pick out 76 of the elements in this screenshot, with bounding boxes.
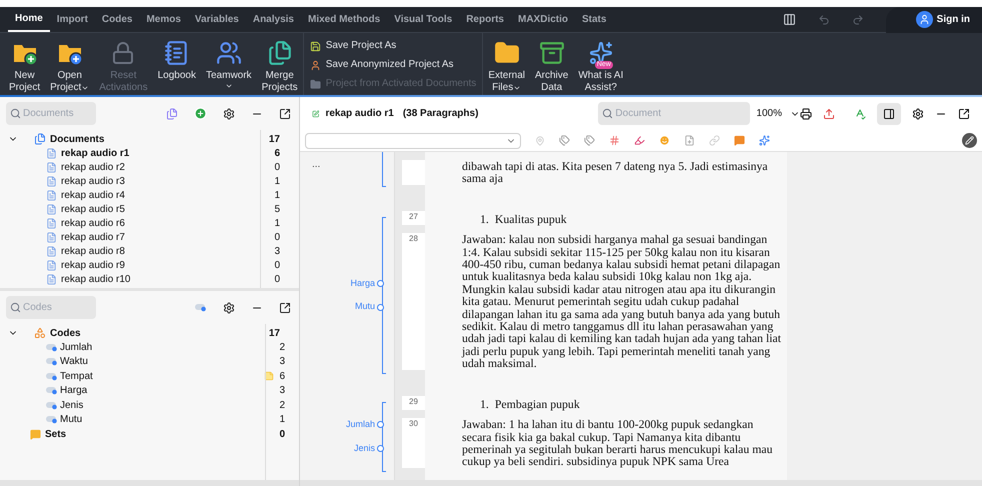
- list-marker: 1.: [480, 212, 489, 226]
- code-item[interactable]: Jenis: [8, 398, 264, 413]
- code-item[interactable]: Jumlah: [8, 340, 264, 355]
- count: 3: [279, 355, 286, 370]
- paragraph-number: 28: [402, 233, 425, 370]
- more-label[interactable]: ...: [312, 160, 320, 170]
- count: 0: [274, 272, 281, 286]
- sets-item[interactable]: Sets: [8, 426, 264, 442]
- count: 17: [268, 326, 281, 340]
- ribbon-menu-item[interactable]: Save Anonymized Project As: [310, 59, 476, 71]
- ribbon-button[interactable]: New Project: [4, 33, 46, 95]
- count: 3: [274, 244, 281, 258]
- search-field[interactable]: Document: [598, 102, 750, 125]
- search-field[interactable]: Codes: [6, 296, 96, 319]
- count: 1: [279, 413, 286, 428]
- document-item[interactable]: rekap audio r2: [8, 160, 264, 174]
- document-item[interactable]: rekap audio r4: [8, 188, 264, 202]
- menu-tab[interactable]: Visual Tools: [387, 7, 460, 32]
- list-heading: Kualitas pupuk: [494, 212, 567, 226]
- list-heading: Pembagian pupuk: [494, 398, 580, 410]
- document-item[interactable]: rekap audio r7: [8, 230, 264, 244]
- code-item[interactable]: Harga: [8, 383, 264, 398]
- paragraph-count: (38 Paragraphs): [402, 107, 478, 121]
- document-item[interactable]: rekap audio r10: [8, 272, 264, 286]
- paragraph-text: Jawaban: kalau non subsidi harganya mahal ga sesuai bandingan 1:4. Kalau subsidi sekitar 115-125 per 50kg kalau non itu kisaran 400-450 ribu, cuman bedanya kalau subsidi hemat petani dilapagan untuk kualitasnya beda kalau subsidi 10kg kalau non 1kg aja. Mungkin kalau subsidi kadar atau nitrogen atau apa itu dikurangin kita gatau. Menurut pemerintah segitu udah cukup padahal dilapangan lahan itu ga sama ada yang butuh banya ada yang butuh sedikit. Kalau di metro tanggamus dll itu lahan perasawahan yang udah jadi tapi kalau di kemiling kan tadah hujan ada yang tahan liat jadi perlu pupuk yang lebih. Tapi pemerintah meneliti tanah yang udah maksimal.: [462, 233, 782, 370]
- count: 6: [279, 370, 286, 384]
- ribbon-button[interactable]: External Files: [483, 33, 530, 95]
- ribbon-button[interactable]: Archive Data: [530, 33, 574, 95]
- document-item[interactable]: rekap audio r8: [8, 244, 264, 258]
- code-item[interactable]: Waktu: [8, 354, 264, 370]
- tree-root[interactable]: Documents: [8, 132, 264, 146]
- paragraph-number: 29: [402, 396, 425, 410]
- document-title: rekap audio r1: [325, 107, 394, 121]
- ribbon-button[interactable]: Logbook: [152, 33, 201, 95]
- menu-tab[interactable]: MAXDictio: [511, 7, 575, 32]
- count: 0: [274, 160, 281, 174]
- search-field[interactable]: Documents: [6, 102, 96, 125]
- count: 3: [279, 384, 286, 398]
- paragraph-number: 30: [402, 418, 425, 468]
- ribbon-button[interactable]: Teamwork: [200, 33, 257, 95]
- count: 17: [268, 132, 281, 146]
- document-item[interactable]: rekap audio r3: [8, 174, 264, 188]
- ribbon-button[interactable]: Merge Projects: [256, 33, 303, 95]
- tree-root[interactable]: Codes: [8, 326, 264, 340]
- count: 2: [279, 398, 286, 413]
- menu-tab[interactable]: Mixed Methods: [300, 7, 388, 32]
- paragraph-text: dibawah tapi di atas. Kita pesen 7 dateng nya 5. Jadi estimasinya sama aja: [462, 160, 769, 185]
- count: 0: [279, 428, 286, 442]
- document-item[interactable]: rekap audio r6: [8, 216, 264, 230]
- count: 1: [274, 188, 281, 202]
- menu-tab[interactable]: Variables: [188, 7, 246, 32]
- menu-tab[interactable]: Memos: [139, 7, 188, 32]
- document-item[interactable]: rekap audio r9: [8, 258, 264, 272]
- count: 6: [274, 146, 281, 160]
- count: 1: [274, 174, 281, 188]
- document-item[interactable]: rekap audio r5: [8, 202, 264, 216]
- paragraph-text: Jawaban: 1 ha lahan itu di bantu 100-200kg pupuk sedangkan secara fisik kia ga bakal cukup. Tapi Namanya kita dibantu pemerinah ya segitulah bukan berarti harus mencukupi kalau mau cukup ya beli sendiri. subsidinya pupuk NPK sama Urea: [462, 418, 774, 468]
- count: 0: [274, 230, 281, 244]
- ribbon-button[interactable]: Open Project: [45, 33, 94, 95]
- count: 0: [274, 258, 281, 272]
- zoom-dropdown[interactable]: 100%: [756, 106, 800, 121]
- ribbon-menu-item[interactable]: Save Project As: [310, 40, 476, 52]
- list-marker: 1.: [480, 398, 489, 410]
- count: 5: [274, 202, 281, 216]
- sign-in-button[interactable]: Sign in: [886, 6, 982, 32]
- code-item[interactable]: Tempat: [8, 368, 264, 384]
- menu-tab[interactable]: Codes: [94, 7, 140, 32]
- code-item[interactable]: Mutu: [8, 412, 264, 428]
- count: 2: [279, 340, 286, 355]
- menu-tab[interactable]: Reports: [459, 7, 511, 32]
- menu-tab[interactable]: Import: [50, 7, 95, 32]
- menu-tab[interactable]: Stats: [575, 7, 614, 32]
- count: 1: [274, 216, 281, 230]
- menu-tab[interactable]: Analysis: [246, 7, 301, 32]
- document-item[interactable]: rekap audio r1: [8, 146, 264, 160]
- paragraph-number: 27: [402, 210, 425, 226]
